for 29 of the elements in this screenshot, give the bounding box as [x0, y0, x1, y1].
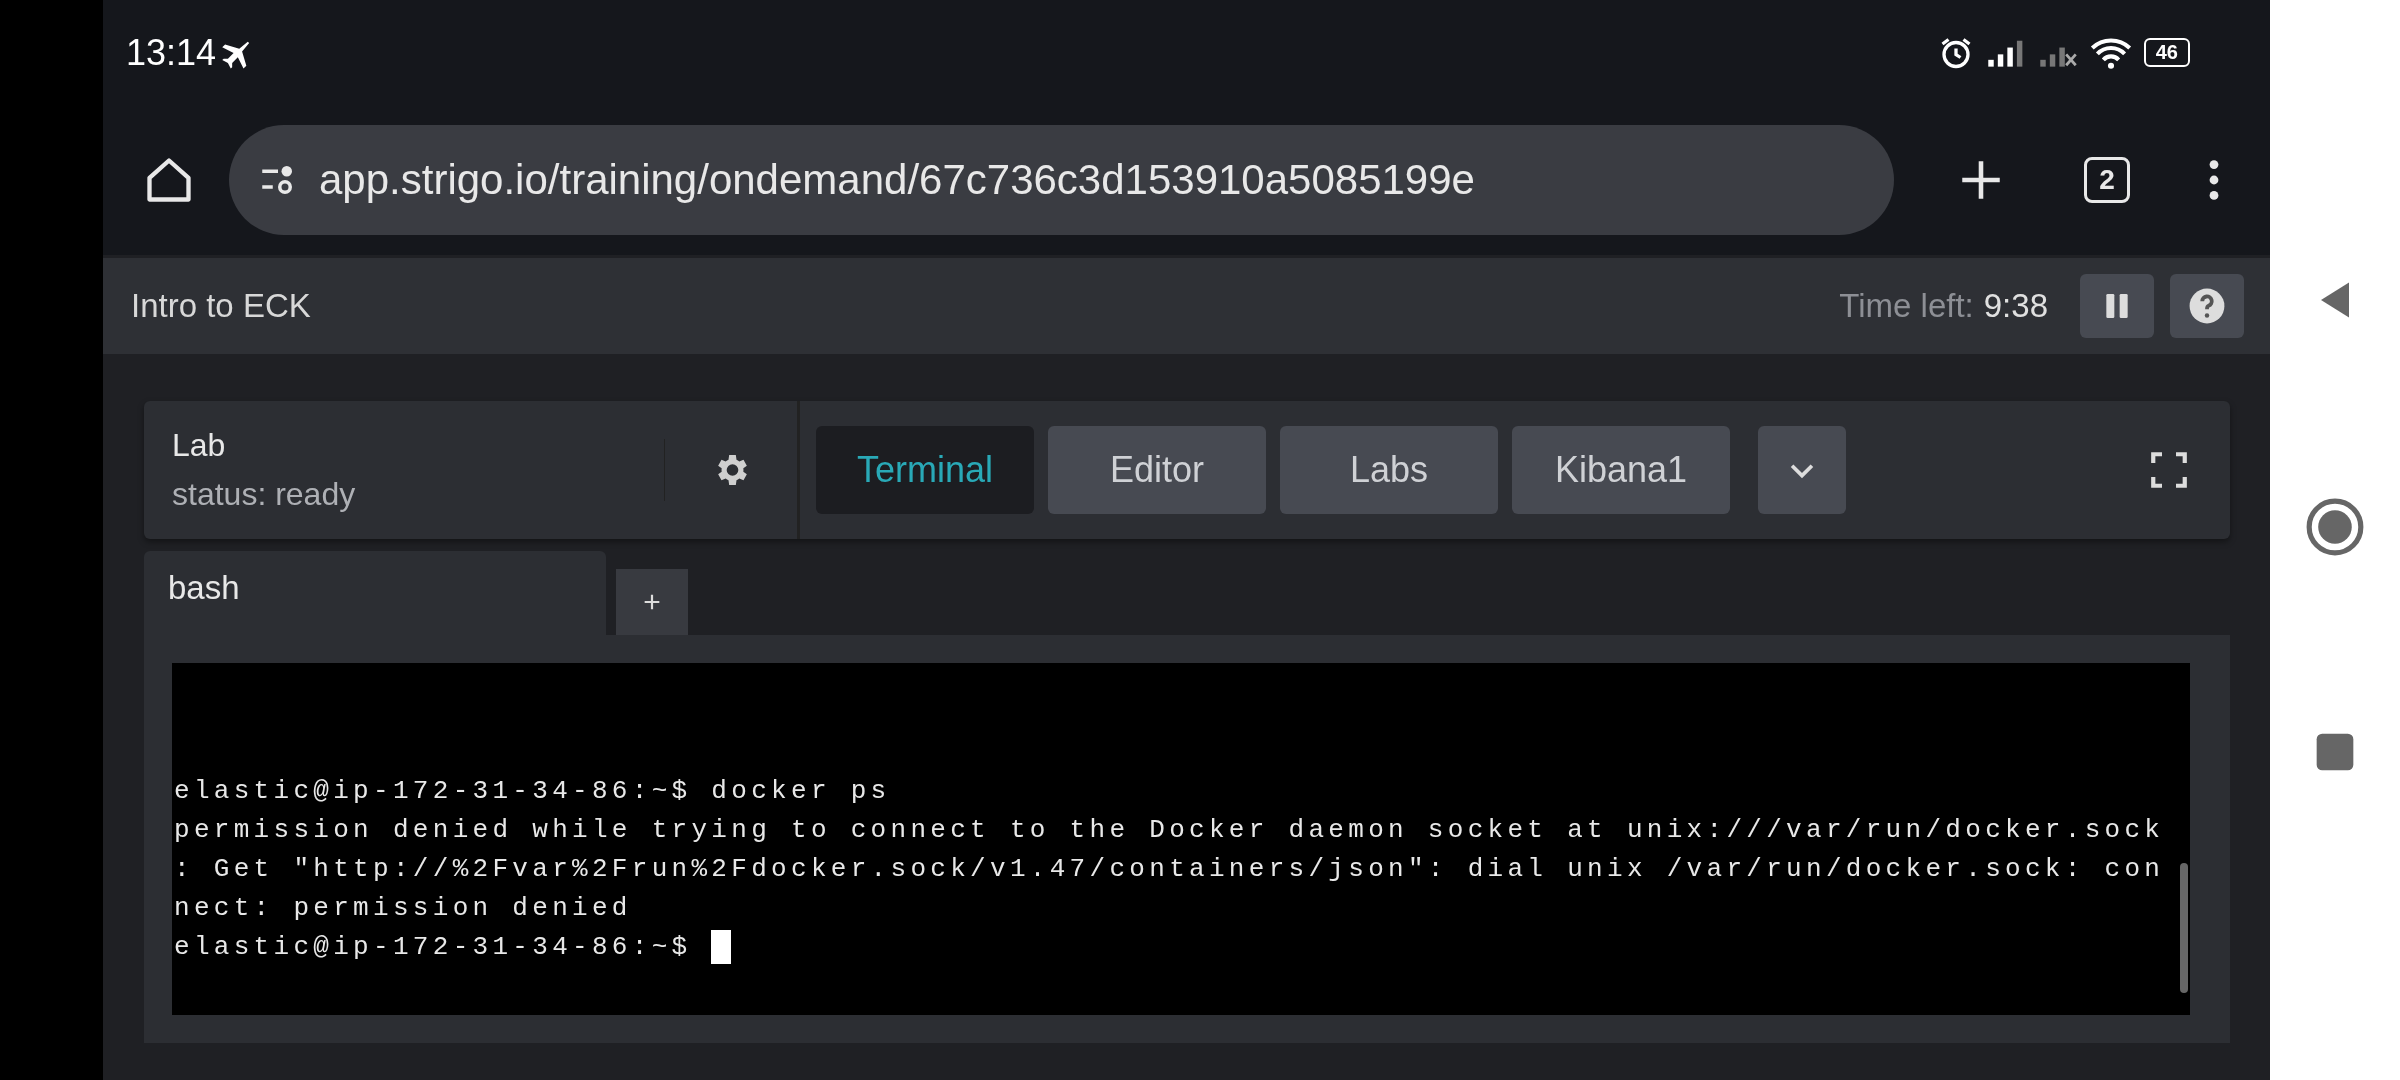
tab-count[interactable]: 2	[2084, 157, 2130, 203]
more-menu-icon[interactable]	[2208, 158, 2220, 202]
time-left-label: Time left:	[1839, 287, 1974, 325]
terminal-line: elastic@ip-172-31-34-86:~$ docker ps	[174, 775, 891, 808]
terminal-session-tab[interactable]: bash	[144, 551, 606, 635]
terminal-screen[interactable]	[172, 663, 2190, 1015]
panel-tab[interactable]: Terminal	[816, 426, 1034, 514]
wifi-icon	[2089, 35, 2132, 70]
text-cursor	[711, 930, 732, 965]
terminal-line: : Get "http://%2Fvar%2Frun%2Fdocker.sock/v1.47/containers/json": dial unix /var/run/docker.sock: con	[174, 853, 2165, 886]
panel-tab[interactable]: Kibana1	[1512, 426, 1730, 514]
help-button[interactable]	[2170, 274, 2244, 338]
pause-button[interactable]	[2080, 274, 2154, 338]
help-icon	[2188, 287, 2226, 325]
time-left-value: 9:38	[1983, 287, 2048, 325]
panel-tab[interactable]: Labs	[1280, 426, 1498, 514]
course-title: Intro to ECK	[131, 287, 311, 325]
address-bar[interactable]: app.strigo.io/training/ondemand/67c736c3d153910a5085199e	[229, 125, 1894, 235]
clock-time: 13:14	[126, 31, 217, 74]
fullscreen-icon[interactable]	[2148, 449, 2190, 491]
terminal-line: nect: permission denied	[174, 892, 632, 925]
scrollbar[interactable]	[2180, 863, 2188, 993]
terminal-line: permission denied while trying to connect to the Docker daemon socket at unix:///var/run/docker.sock	[174, 814, 2165, 847]
url-text[interactable]: app.strigo.io/training/ondemand/67c736c3d153910a5085199e	[319, 156, 1475, 204]
terminal-line: elastic@ip-172-31-34-86:~$	[174, 928, 732, 967]
panel-tab[interactable]: Editor	[1048, 426, 1266, 514]
lab-name: Lab	[172, 427, 227, 464]
lab-status: status: ready	[172, 476, 357, 513]
battery-level: 46	[2143, 38, 2190, 67]
